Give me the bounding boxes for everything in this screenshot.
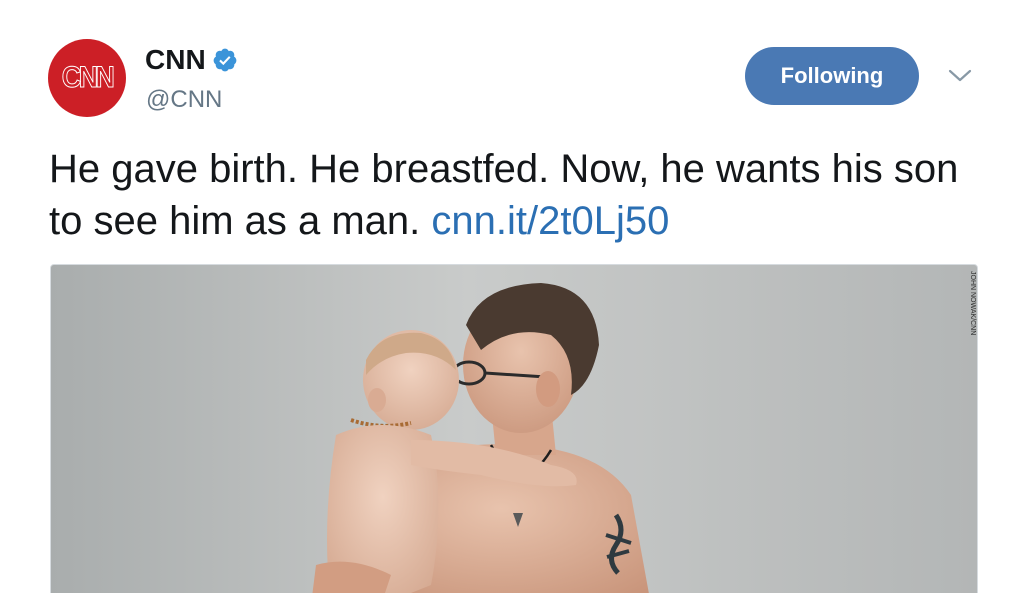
tweet-photo[interactable]: JOHN NOWAK/CNN [50,264,978,593]
avatar[interactable]: CNN [48,39,126,117]
photo-illustration: JOHN NOWAK/CNN [51,265,977,593]
account-handle[interactable]: @CNN [146,86,222,114]
account-name-row: CNN [145,44,238,76]
avatar-logo-text: CNN [61,61,115,95]
following-button[interactable]: Following [745,47,919,105]
tweet-card: CNN CNN @CNN Following He gave birth. He… [0,0,1024,593]
display-name[interactable]: CNN [145,44,206,76]
tweet-text: He gave birth. He breastfed. Now, he wan… [49,143,989,247]
tweet-link[interactable]: cnn.it/2t0Lj50 [431,199,669,243]
chevron-down-icon[interactable] [947,66,973,86]
photo-credit: JOHN NOWAK/CNN [969,271,976,335]
verified-badge-icon [213,48,237,72]
